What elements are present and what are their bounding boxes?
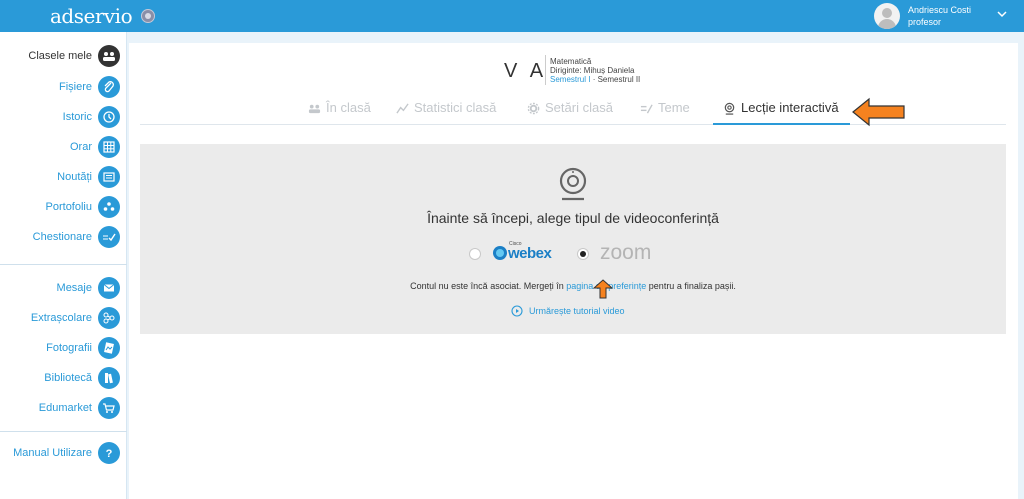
account-not-linked-message: Contul nu este încă asociat. Mergeți în … (140, 281, 1006, 291)
class-homeroom-teacher: Diriginte: Mihuș Daniela (550, 66, 635, 75)
conference-title: Înainte să începi, alege tipul de videoc… (427, 210, 719, 226)
language-flag-icon[interactable] (141, 9, 155, 23)
webcam-icon (724, 102, 735, 115)
history-icon (98, 106, 120, 128)
sidebar-item-noutati[interactable]: Noutăți (57, 165, 120, 189)
sidebar-item-label: Manual Utilizare (13, 447, 92, 459)
webex-wordmark: webex (508, 245, 552, 262)
checklist-icon (98, 226, 120, 248)
tab-label: Lecție interactivă (741, 100, 839, 115)
webex-logo[interactable]: Cisco webex (491, 241, 555, 263)
sidebar-item-label: Mesaje (56, 282, 92, 294)
annotation-arrow-left-icon (852, 97, 905, 127)
sidebar-item-clasele-mele[interactable]: Clasele mele (28, 44, 120, 68)
tab-label: Setări clasă (545, 100, 613, 115)
sidebar-item-label: Edumarket (38, 402, 92, 414)
sidebar-item-fotografii[interactable]: Fotografii (46, 336, 120, 360)
user-name[interactable]: Andriescu Costi (908, 5, 971, 15)
class-group-icon (98, 45, 120, 67)
semester-separator: · (590, 75, 598, 84)
zoom-radio[interactable] (577, 248, 589, 260)
sidebar-item-manual-utilizare[interactable]: Manual Utilizare ? (13, 441, 120, 465)
webcam-icon (559, 167, 587, 201)
tutorial-video-link[interactable]: Urmărește tutorial video (511, 305, 625, 317)
sidebar-item-label: Bibliotecă (44, 372, 92, 384)
sidebar-divider (0, 264, 127, 265)
top-bar: adservio Andriescu Costi profesor (0, 0, 1024, 32)
sidebar-item-label: Fișiere (58, 81, 92, 93)
sidebar-item-mesaje[interactable]: Mesaje (57, 276, 120, 300)
sidebar-item-label: Noutăți (57, 171, 92, 183)
tab-label: În clasă (326, 100, 371, 115)
cart-icon (98, 397, 120, 419)
sidebar-item-label: Fotografii (46, 342, 92, 354)
sidebar-item-edumarket[interactable]: Edumarket (39, 396, 120, 420)
calendar-grid-icon (98, 136, 120, 158)
tab-statistici-clasa[interactable]: Statistici clasă (396, 100, 496, 125)
sidebar-divider (0, 431, 127, 432)
semester-1-link[interactable]: Semestrul I (550, 75, 590, 84)
tab-teme[interactable]: Teme (640, 100, 690, 125)
tab-setari-clasa[interactable]: Setări clasă (527, 100, 613, 125)
homework-icon (640, 104, 653, 114)
sidebar-item-label: Orar (70, 141, 92, 153)
class-header-divider (545, 55, 546, 85)
semester-selector: Semestrul I · Semestrul II (550, 75, 640, 84)
sidebar-item-label: Chestionare (32, 231, 92, 243)
tutorial-link-label: Urmărește tutorial video (529, 306, 625, 316)
envelope-icon (98, 277, 120, 299)
photo-icon (98, 337, 120, 359)
sidebar-item-label: Istoric (62, 111, 92, 123)
sidebar-item-label: Extrașcolare (30, 312, 92, 324)
message-text: Contul nu este încă asociat. Mergeți în (410, 281, 567, 291)
app-logo[interactable]: adservio (50, 4, 133, 28)
zoom-wordmark[interactable]: zoom (600, 241, 651, 265)
sidebar-item-biblioteca[interactable]: Bibliotecă (44, 366, 120, 390)
question-icon: ? (98, 442, 120, 464)
svg-text:?: ? (106, 448, 113, 460)
annotation-arrow-up-icon (593, 279, 613, 299)
news-icon (98, 166, 120, 188)
webex-radio[interactable] (469, 248, 481, 260)
webex-ball-icon (493, 246, 507, 260)
sidebar-item-chestionare[interactable]: Chestionare (33, 225, 120, 249)
activities-icon (98, 307, 120, 329)
book-icon (98, 367, 120, 389)
sidebar-item-label: Portofoliu (45, 201, 92, 213)
semester-2-link[interactable]: Semestrul II (598, 75, 641, 84)
portfolio-icon (98, 196, 120, 218)
class-name: V A (504, 60, 548, 82)
class-subject: Matematică (550, 57, 592, 66)
class-group-icon (308, 104, 321, 114)
sidebar-item-orar[interactable]: Orar (70, 135, 120, 159)
sidebar-item-extrascolare[interactable]: Extrașcolare (31, 306, 120, 330)
chart-line-icon (396, 103, 409, 114)
avatar[interactable] (874, 3, 900, 29)
tab-label: Statistici clasă (414, 100, 497, 115)
sidebar: Clasele mele Fișiere Istoric Orar Noutăț… (0, 32, 127, 499)
tab-label: Teme (658, 100, 690, 115)
sidebar-item-istoric[interactable]: Istoric (63, 105, 120, 129)
tab-in-clasa[interactable]: În clasă (308, 100, 371, 125)
sidebar-item-portofoliu[interactable]: Portofoliu (46, 195, 120, 219)
chevron-down-icon[interactable] (996, 8, 1008, 20)
paperclip-icon (98, 76, 120, 98)
tab-lectie-interactiva[interactable]: Lecție interactivă (713, 100, 850, 125)
sidebar-item-fisiere[interactable]: Fișiere (59, 75, 120, 99)
gear-icon (527, 102, 540, 115)
videoconference-panel: Înainte să începi, alege tipul de videoc… (140, 144, 1006, 334)
play-circle-icon (511, 305, 523, 317)
user-role: profesor (908, 17, 942, 27)
message-text: pentru a finaliza pașii. (646, 281, 736, 291)
sidebar-item-label: Clasele mele (28, 50, 92, 62)
